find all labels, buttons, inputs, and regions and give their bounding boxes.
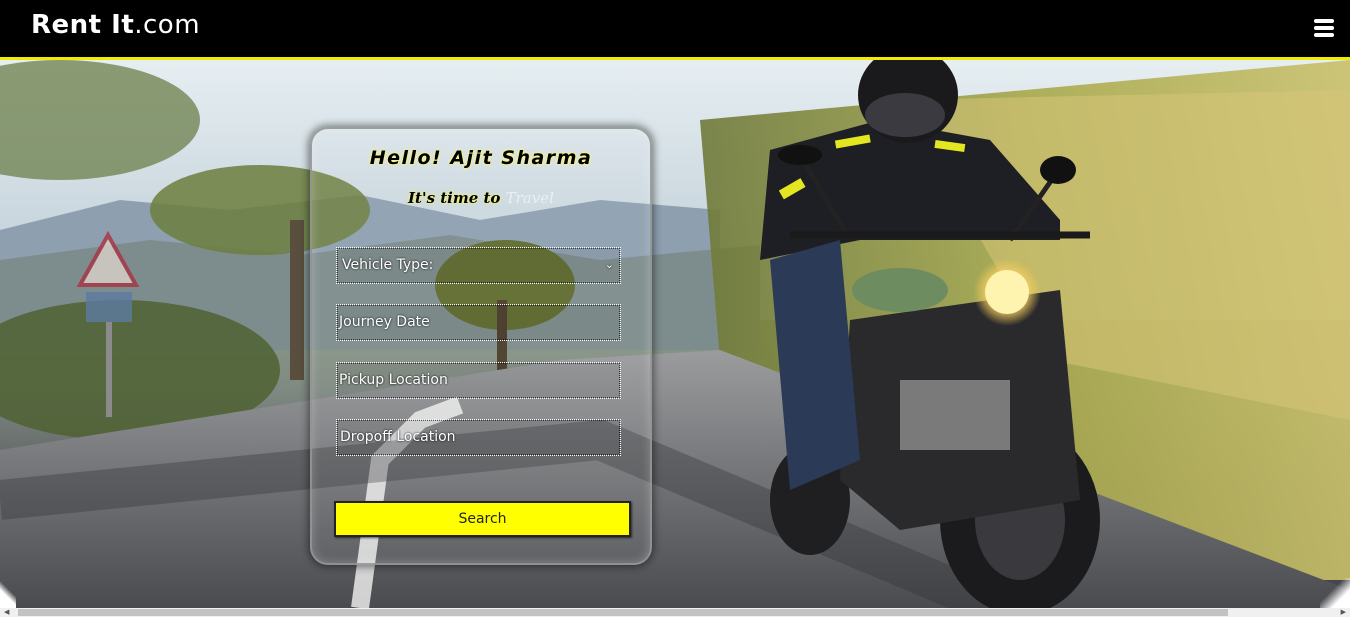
tagline-part2: Travel — [505, 189, 554, 207]
user-greeting: Hello! Ajit Sharma — [369, 147, 593, 169]
tagline: It's time to Travel — [312, 189, 650, 207]
brand-name: Rent It — [31, 10, 135, 40]
dropoff-location-input[interactable]: Dropoff Location — [336, 419, 621, 456]
brand-suffix: .com — [134, 10, 201, 40]
brand-logo[interactable]: Rent It.com — [31, 10, 200, 40]
hamburger-menu-icon[interactable] — [1314, 19, 1334, 37]
horizontal-scrollbar[interactable]: ◀ ▶ — [0, 608, 1350, 617]
vehicle-type-label: Vehicle Type: — [342, 257, 434, 273]
scroll-right-arrow-icon[interactable]: ▶ — [1341, 608, 1346, 616]
pickup-location-input[interactable]: Pickup Location — [336, 362, 621, 399]
hero-illustration — [0, 60, 1350, 608]
hero-fade-left — [0, 578, 16, 608]
tagline-part1: It's time to — [408, 189, 501, 207]
top-navbar: Rent It.com — [0, 0, 1350, 60]
journey-date-input[interactable]: Journey Date — [336, 304, 621, 341]
journey-date-placeholder: Journey Date — [339, 314, 430, 330]
dropoff-location-placeholder: Dropoff Location — [340, 429, 456, 445]
scroll-left-arrow-icon[interactable]: ◀ — [4, 608, 9, 616]
vehicle-type-select[interactable]: Vehicle Type: ⌄ — [336, 247, 621, 284]
chevron-down-icon: ⌄ — [604, 258, 614, 271]
search-button[interactable]: Search — [334, 501, 631, 537]
hero-background-image — [0, 60, 1350, 608]
scrollbar-thumb[interactable] — [18, 609, 1228, 616]
hero-fade-right — [1320, 578, 1350, 608]
booking-form-card: Hello! Ajit Sharma It's time to Travel V… — [310, 127, 652, 565]
pickup-location-placeholder: Pickup Location — [339, 372, 448, 388]
